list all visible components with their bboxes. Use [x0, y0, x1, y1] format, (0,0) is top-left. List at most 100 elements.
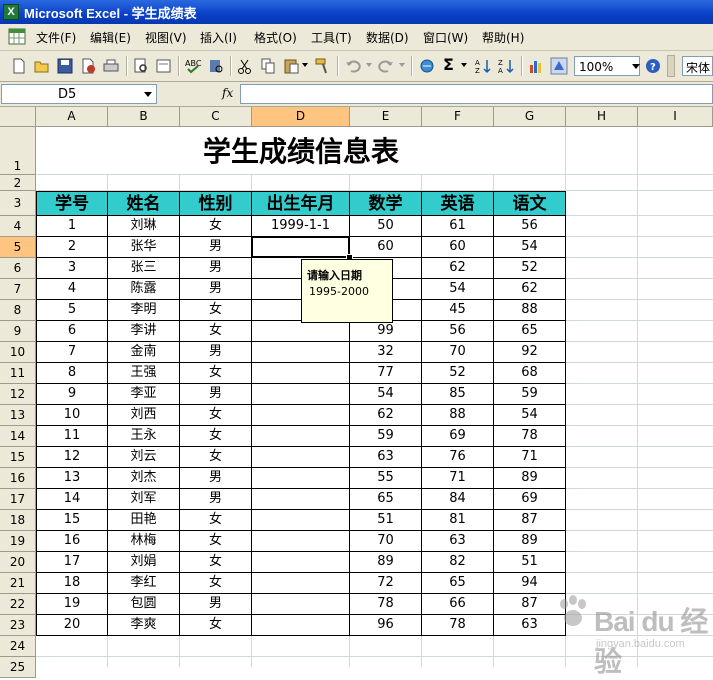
hyperlink-icon[interactable]: [418, 57, 436, 75]
table-cell[interactable]: 11: [36, 426, 108, 447]
row-header-2[interactable]: 2: [0, 175, 36, 191]
table-cell[interactable]: 66: [422, 594, 494, 615]
table-cell[interactable]: 88: [422, 405, 494, 426]
table-cell[interactable]: 65: [350, 489, 422, 510]
row-header-8[interactable]: 8: [0, 300, 36, 321]
table-cell[interactable]: 4: [36, 279, 108, 300]
undo-dropdown-icon[interactable]: [366, 63, 372, 67]
table-cell[interactable]: 55: [350, 468, 422, 489]
table-cell[interactable]: 54: [494, 405, 566, 426]
table-cell[interactable]: [252, 510, 350, 531]
insert-function-icon[interactable]: fx: [222, 86, 233, 100]
table-cell[interactable]: 女: [180, 573, 252, 594]
table-header-cell[interactable]: 英语: [422, 191, 494, 216]
table-cell[interactable]: 刘西: [108, 405, 180, 426]
select-all-corner[interactable]: [0, 107, 36, 127]
table-cell[interactable]: [252, 489, 350, 510]
table-cell[interactable]: 3: [36, 258, 108, 279]
worksheet-grid[interactable]: ABCDEFGHI 1 2 3 4 5 6 7 8 9 10 11 12 13 14 15 16 17 18 19 2…: [0, 107, 713, 678]
row-header-21[interactable]: 21: [0, 573, 36, 594]
table-cell[interactable]: 63: [350, 447, 422, 468]
table-cell[interactable]: 14: [36, 489, 108, 510]
table-header-cell[interactable]: 性别: [180, 191, 252, 216]
table-cell[interactable]: [252, 615, 350, 636]
row-header-18[interactable]: 18: [0, 510, 36, 531]
table-cell[interactable]: 68: [494, 363, 566, 384]
table-cell[interactable]: 金南: [108, 342, 180, 363]
autosum-icon[interactable]: Σ: [443, 55, 454, 74]
table-cell[interactable]: [252, 384, 350, 405]
table-cell[interactable]: 92: [494, 342, 566, 363]
help-icon[interactable]: ?: [644, 57, 662, 75]
table-cell[interactable]: [252, 468, 350, 489]
table-cell[interactable]: 51: [494, 552, 566, 573]
table-cell[interactable]: 50: [350, 216, 422, 237]
table-cell[interactable]: 刘云: [108, 447, 180, 468]
table-cell[interactable]: 56: [494, 216, 566, 237]
table-cell[interactable]: 刘杰: [108, 468, 180, 489]
table-cell[interactable]: 李明: [108, 300, 180, 321]
table-cell[interactable]: [252, 321, 350, 342]
table-cell[interactable]: 15: [36, 510, 108, 531]
table-cell[interactable]: 85: [422, 384, 494, 405]
table-cell[interactable]: 99: [350, 321, 422, 342]
table-cell[interactable]: 71: [422, 468, 494, 489]
menu-tools[interactable]: 工具(T): [311, 29, 352, 46]
table-cell[interactable]: 52: [494, 258, 566, 279]
table-cell[interactable]: 12: [36, 447, 108, 468]
table-cell[interactable]: 84: [422, 489, 494, 510]
print-preview-icon-2[interactable]: [155, 57, 173, 75]
table-cell[interactable]: 71: [494, 447, 566, 468]
active-cell-d5[interactable]: [251, 236, 350, 258]
formula-input[interactable]: [240, 84, 713, 104]
research-icon[interactable]: [207, 57, 225, 75]
sort-ascending-icon[interactable]: AZ: [474, 57, 492, 75]
table-header-cell[interactable]: 数学: [350, 191, 422, 216]
table-cell[interactable]: 89: [350, 552, 422, 573]
table-cell[interactable]: 16: [36, 531, 108, 552]
table-cell[interactable]: 81: [422, 510, 494, 531]
menu-data[interactable]: 数据(D): [366, 29, 409, 46]
table-cell[interactable]: 13: [36, 468, 108, 489]
menu-file[interactable]: 文件(F): [36, 29, 76, 46]
table-cell[interactable]: 62: [422, 258, 494, 279]
table-cell[interactable]: 李红: [108, 573, 180, 594]
table-cell[interactable]: 王强: [108, 363, 180, 384]
row-header-23[interactable]: 23: [0, 615, 36, 636]
table-cell[interactable]: 82: [422, 552, 494, 573]
column-header-e[interactable]: E: [350, 107, 422, 127]
table-header-cell[interactable]: 姓名: [108, 191, 180, 216]
zoom-dropdown-icon[interactable]: [632, 64, 640, 69]
table-cell[interactable]: 10: [36, 405, 108, 426]
table-cell[interactable]: 56: [422, 321, 494, 342]
table-cell[interactable]: 林梅: [108, 531, 180, 552]
redo-dropdown-icon[interactable]: [399, 63, 405, 67]
table-cell[interactable]: 96: [350, 615, 422, 636]
table-cell[interactable]: 男: [180, 342, 252, 363]
table-cell[interactable]: 男: [180, 468, 252, 489]
table-cell[interactable]: 19: [36, 594, 108, 615]
table-cell[interactable]: 王永: [108, 426, 180, 447]
cut-icon[interactable]: [236, 57, 254, 75]
zoom-select[interactable]: 100%: [574, 56, 640, 76]
table-cell[interactable]: 52: [422, 363, 494, 384]
drawing-icon[interactable]: [550, 57, 568, 75]
table-cell[interactable]: [252, 405, 350, 426]
table-cell[interactable]: 女: [180, 531, 252, 552]
chart-wizard-icon[interactable]: [527, 57, 545, 75]
table-cell[interactable]: 70: [422, 342, 494, 363]
column-header-h[interactable]: H: [566, 107, 638, 127]
table-cell[interactable]: 女: [180, 552, 252, 573]
table-cell[interactable]: 88: [494, 300, 566, 321]
table-cell[interactable]: 62: [350, 405, 422, 426]
table-cell[interactable]: 女: [180, 363, 252, 384]
table-cell[interactable]: 男: [180, 489, 252, 510]
save-icon[interactable]: [56, 57, 74, 75]
table-cell[interactable]: 54: [350, 384, 422, 405]
table-cell[interactable]: 男: [180, 279, 252, 300]
sort-descending-icon[interactable]: ZA: [497, 57, 515, 75]
table-cell[interactable]: 李讲: [108, 321, 180, 342]
row-header-17[interactable]: 17: [0, 489, 36, 510]
open-icon[interactable]: [33, 57, 51, 75]
menu-format[interactable]: 格式(O): [254, 29, 297, 46]
